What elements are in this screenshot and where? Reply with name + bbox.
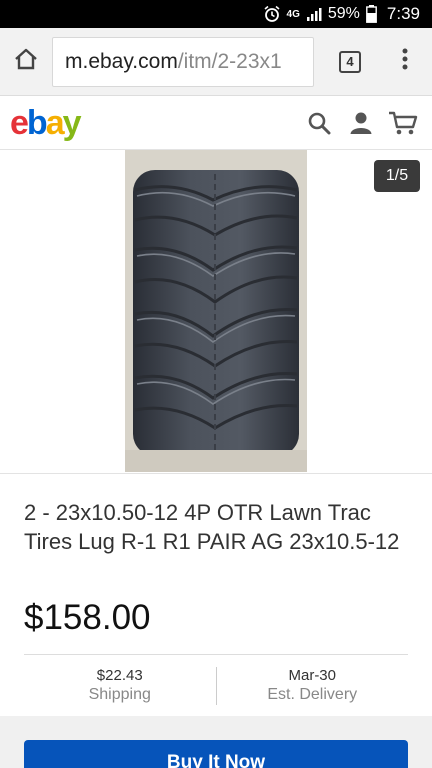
logo-letter-y: y — [62, 103, 82, 142]
site-header: ebay — [0, 96, 432, 150]
cart-icon[interactable] — [388, 108, 418, 138]
home-button[interactable] — [0, 28, 52, 96]
listing-price: $158.00 — [24, 598, 151, 637]
account-icon[interactable] — [346, 108, 376, 138]
address-bar[interactable]: m.ebay.com/itm/2-23x1 — [52, 36, 314, 87]
signal-icon — [306, 6, 322, 22]
battery-icon — [366, 5, 377, 23]
browser-toolbar: m.ebay.com/itm/2-23x1 4 — [0, 28, 432, 96]
delivery-cell: Mar-30 Est. Delivery — [217, 655, 409, 716]
header-actions — [304, 108, 418, 138]
listing-title: 2 - 23x10.50-12 4P OTR Lawn Trac Tires L… — [24, 500, 400, 554]
logo-letter-e: e — [10, 103, 29, 142]
url-host: m.ebay.com — [65, 49, 178, 73]
shipping-info-row: $22.43 Shipping Mar-30 Est. Delivery — [24, 654, 408, 716]
action-area: Buy It Now — [0, 716, 432, 768]
image-gallery[interactable]: 1/5 — [0, 150, 432, 474]
delivery-label: Est. Delivery — [267, 686, 358, 703]
logo-letter-b: b — [26, 103, 48, 142]
tab-count: 4 — [339, 50, 361, 73]
browser-menu-button[interactable] — [382, 28, 428, 96]
search-icon[interactable] — [304, 108, 334, 138]
logo-letter-a: a — [45, 103, 65, 142]
more-vert-icon — [402, 48, 408, 75]
delivery-date: Mar-30 — [288, 667, 336, 684]
network-type: 4G — [286, 8, 300, 20]
ebay-logo[interactable]: ebay — [10, 103, 82, 142]
status-bar: 4G 59% 7:39 — [0, 0, 432, 28]
shipping-cell: $22.43 Shipping — [24, 655, 216, 716]
buy-it-now-button[interactable]: Buy It Now — [24, 740, 408, 768]
product-photo-tire[interactable] — [125, 150, 307, 472]
tab-switcher-button[interactable]: 4 — [318, 28, 382, 96]
home-icon — [13, 46, 39, 77]
image-counter: 1/5 — [374, 160, 420, 192]
alarm-icon — [263, 5, 281, 23]
clock: 7:39 — [386, 4, 420, 23]
battery-percent: 59% — [327, 5, 360, 22]
shipping-cost: $22.43 — [96, 667, 143, 684]
url-path: /itm/2-23x1 — [177, 49, 282, 73]
shipping-label: Shipping — [88, 686, 151, 703]
